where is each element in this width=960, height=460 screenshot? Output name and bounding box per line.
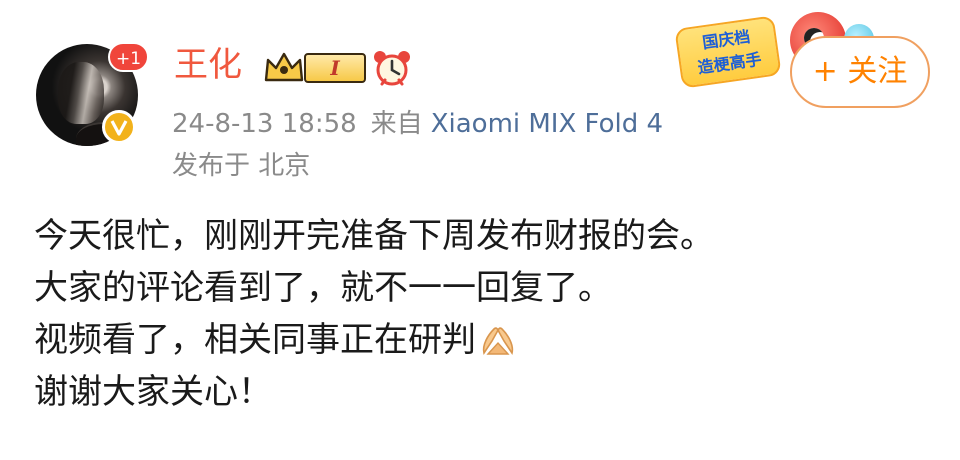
clock-icon [374,51,410,86]
post-content: 今天很忙，刚刚开完准备下周发布财报的会。 大家的评论看到了，就不一一回复了。 视… [34,210,934,418]
username[interactable]: 王化 [174,42,242,88]
content-line: 谢谢大家关心！ [34,372,272,412]
content-line: 今天很忙，刚刚开完准备下周发布财报的会。 [34,216,714,256]
content-line: 视频看了，相关同事正在研判 [34,314,934,366]
vip-level-badge[interactable]: I [304,53,366,83]
source-prefix: 来自 [370,109,423,139]
follow-button[interactable]: + 关注 [790,36,930,108]
post-timestamp: 24-8-13 18:58 [172,109,357,139]
promo-sign: 国庆档 造梗高手 [674,15,782,89]
content-line: 大家的评论看到了，就不一一回复了。 [34,268,612,308]
verified-icon [102,110,136,144]
device-link[interactable]: Xiaomi MIX Fold 4 [431,109,663,139]
post-meta: 24-8-13 18:58 来自 Xiaomi MIX Fold 4 [172,106,663,142]
clap-hands-icon [482,327,514,355]
vip-crown-icon[interactable] [262,50,306,86]
content-line-text: 视频看了，相关同事正在研判 [34,320,476,360]
avatar-notification-badge: +1 [108,42,150,72]
post-location: 发布于 北京 [172,151,311,181]
